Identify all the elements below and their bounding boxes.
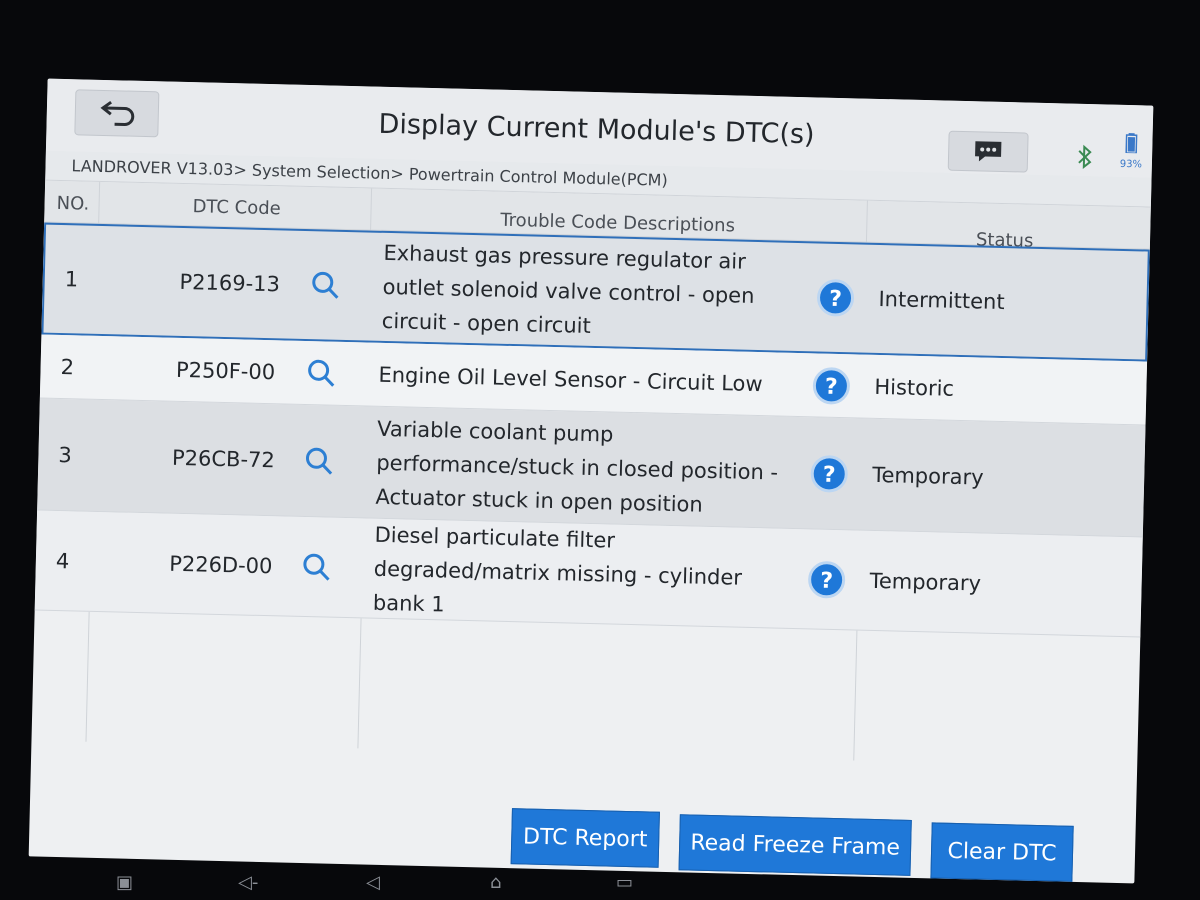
battery-level: 93% — [1119, 158, 1143, 171]
dtc-description: Exhaust gas pressure regulator air outle… — [381, 240, 755, 338]
dtc-description: Variable coolant pump performance/stuck … — [375, 416, 779, 517]
dtc-code: P2169-13 — [179, 269, 281, 297]
help-icon[interactable]: ? — [816, 278, 855, 317]
row-number: 3 — [58, 442, 73, 467]
row-number: 1 — [64, 267, 79, 292]
dtc-report-button[interactable]: DTC Report — [510, 808, 660, 868]
dtc-code: P226D-00 — [168, 551, 273, 578]
dtc-status: Temporary — [871, 462, 984, 490]
search-icon[interactable] — [304, 445, 335, 476]
screenshot-icon[interactable]: ▣ — [116, 872, 133, 893]
dtc-code: P250F-00 — [175, 357, 276, 384]
row-number: 2 — [60, 354, 75, 379]
column-header-no: NO. — [56, 192, 90, 215]
svg-text:?: ? — [825, 374, 838, 399]
search-icon[interactable] — [301, 551, 332, 582]
search-icon[interactable] — [310, 270, 341, 301]
chat-icon — [975, 141, 1002, 162]
svg-text:?: ? — [829, 287, 842, 312]
row-number: 4 — [55, 548, 70, 573]
dtc-table: 1 P2169-13 Exhaust gas pressure regulato… — [34, 222, 1150, 638]
diagnostic-screen: Display Current Module's DTC(s) 93% LAND… — [28, 78, 1154, 884]
battery-icon — [1125, 133, 1138, 154]
dtc-description: Engine Oil Level Sensor - Circuit Low — [378, 362, 763, 396]
search-icon[interactable] — [306, 358, 337, 389]
column-header-description: Trouble Code Descriptions — [500, 209, 736, 237]
svg-text:?: ? — [820, 568, 833, 593]
back-button[interactable] — [74, 89, 160, 138]
dtc-status: Historic — [874, 374, 955, 401]
system-nav-bar: ▣ ◁- ◁ ⌂ ▭ — [0, 870, 1200, 900]
volume-down-icon[interactable]: ◁- — [238, 872, 258, 893]
message-button[interactable] — [947, 130, 1029, 173]
help-icon[interactable]: ? — [812, 366, 851, 405]
dtc-description: Diesel particulate filter degraded/matri… — [372, 522, 743, 616]
back-arrow-icon — [100, 100, 135, 126]
dtc-code: P26CB-72 — [171, 445, 276, 472]
dtc-status: Intermittent — [878, 286, 1005, 315]
dtc-status: Temporary — [869, 568, 982, 596]
nav-home-icon[interactable]: ⌂ — [490, 872, 501, 893]
read-freeze-frame-button[interactable]: Read Freeze Frame — [678, 814, 912, 876]
help-icon[interactable]: ? — [807, 560, 846, 599]
page-title: Display Current Module's DTC(s) — [378, 108, 815, 151]
bluetooth-icon — [1078, 144, 1092, 170]
battery-indicator: 93% — [1116, 133, 1147, 171]
help-icon[interactable]: ? — [810, 454, 849, 493]
nav-back-icon[interactable]: ◁ — [366, 872, 380, 893]
nav-recent-icon[interactable]: ▭ — [616, 872, 633, 893]
column-header-code: DTC Code — [192, 196, 281, 220]
svg-text:?: ? — [823, 462, 836, 487]
